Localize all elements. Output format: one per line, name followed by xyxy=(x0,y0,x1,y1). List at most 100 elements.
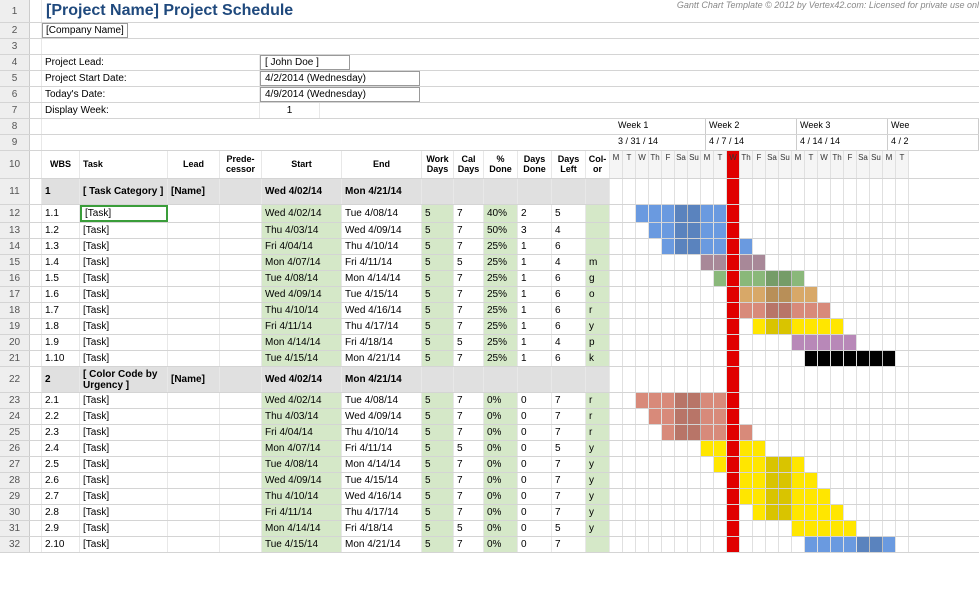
cell-wbs[interactable]: 2.7 xyxy=(42,489,80,504)
cell-workdays[interactable]: 5 xyxy=(422,351,454,366)
cell-daysdone[interactable]: 0 xyxy=(518,489,552,504)
gantt-cell[interactable] xyxy=(753,287,766,302)
cell-start[interactable]: Mon 4/14/14 xyxy=(262,521,342,536)
gantt-cell[interactable] xyxy=(896,205,909,222)
gantt-cell[interactable] xyxy=(662,205,675,222)
cell-daysdone[interactable] xyxy=(518,367,552,392)
gantt-cell[interactable] xyxy=(675,287,688,302)
cell-caldays[interactable]: 7 xyxy=(454,223,484,238)
gantt-cell[interactable] xyxy=(896,505,909,520)
cell-daysleft[interactable]: 6 xyxy=(552,351,586,366)
gantt-cell[interactable] xyxy=(649,255,662,270)
cell-end[interactable]: Thu 4/17/14 xyxy=(342,505,422,520)
gantt-cell[interactable] xyxy=(610,205,623,222)
cell-start[interactable]: Wed 4/02/14 xyxy=(262,393,342,408)
cell-pred[interactable] xyxy=(220,239,262,254)
cell-pctdone[interactable]: 0% xyxy=(484,457,518,472)
gantt-cell[interactable] xyxy=(727,457,740,472)
cell-start[interactable]: Mon 4/07/14 xyxy=(262,441,342,456)
cell-pctdone[interactable]: 25% xyxy=(484,287,518,302)
gantt-cell[interactable] xyxy=(662,521,675,536)
gantt-cell[interactable] xyxy=(779,367,792,392)
gantt-cell[interactable] xyxy=(844,393,857,408)
gantt-cell[interactable] xyxy=(753,537,766,552)
cell-caldays[interactable]: 7 xyxy=(454,239,484,254)
col-pred[interactable]: Prede-cessor xyxy=(220,151,262,178)
gantt-cell[interactable] xyxy=(779,255,792,270)
gantt-cell[interactable] xyxy=(870,393,883,408)
gantt-cell[interactable] xyxy=(714,319,727,334)
cell-start[interactable]: Fri 4/11/14 xyxy=(262,505,342,520)
company-name[interactable]: [Company Name] xyxy=(42,23,128,38)
cell-wbs[interactable]: 2.8 xyxy=(42,505,80,520)
gantt-cell[interactable] xyxy=(675,335,688,350)
cell-start[interactable]: Wed 4/09/14 xyxy=(262,473,342,488)
gantt-cell[interactable] xyxy=(662,393,675,408)
cell-end[interactable]: Thu 4/10/14 xyxy=(342,239,422,254)
gantt-cell[interactable] xyxy=(857,367,870,392)
gantt-cell[interactable] xyxy=(844,205,857,222)
gantt-cell[interactable] xyxy=(831,367,844,392)
cell-workdays[interactable] xyxy=(422,367,454,392)
gantt-cell[interactable] xyxy=(675,271,688,286)
cell-color[interactable] xyxy=(586,179,610,204)
cell-workdays[interactable]: 5 xyxy=(422,255,454,270)
gantt-cell[interactable] xyxy=(740,473,753,488)
gantt-cell[interactable] xyxy=(662,409,675,424)
cell-color[interactable]: k xyxy=(586,351,610,366)
gantt-cell[interactable] xyxy=(649,319,662,334)
gantt-cell[interactable] xyxy=(662,537,675,552)
cell-pred[interactable] xyxy=(220,409,262,424)
cell-color[interactable]: y xyxy=(586,489,610,504)
gantt-cell[interactable] xyxy=(675,239,688,254)
cell-daysdone[interactable]: 1 xyxy=(518,335,552,350)
gantt-cell[interactable] xyxy=(623,335,636,350)
gantt-cell[interactable] xyxy=(818,223,831,238)
cell-wbs[interactable]: 2.4 xyxy=(42,441,80,456)
gantt-cell[interactable] xyxy=(727,335,740,350)
cell-caldays[interactable]: 7 xyxy=(454,473,484,488)
gantt-cell[interactable] xyxy=(623,505,636,520)
cell-workdays[interactable]: 5 xyxy=(422,425,454,440)
col-start[interactable]: Start xyxy=(262,151,342,178)
gantt-cell[interactable] xyxy=(883,303,896,318)
gantt-cell[interactable] xyxy=(623,489,636,504)
cell-start[interactable]: Wed 4/02/14 xyxy=(262,205,342,222)
gantt-cell[interactable] xyxy=(714,179,727,204)
start-value[interactable]: 4/2/2014 (Wednesday) xyxy=(260,71,420,86)
gantt-cell[interactable] xyxy=(844,425,857,440)
today-value[interactable]: 4/9/2014 (Wednesday) xyxy=(260,87,420,102)
gantt-cell[interactable] xyxy=(831,239,844,254)
lead-value[interactable]: [ John Doe ] xyxy=(260,55,350,70)
gantt-cell[interactable] xyxy=(883,335,896,350)
gantt-cell[interactable] xyxy=(649,409,662,424)
gantt-cell[interactable] xyxy=(714,409,727,424)
gantt-cell[interactable] xyxy=(753,205,766,222)
gantt-cell[interactable] xyxy=(701,409,714,424)
gantt-cell[interactable] xyxy=(610,303,623,318)
cell-daysleft[interactable]: 7 xyxy=(552,393,586,408)
cell-pred[interactable] xyxy=(220,367,262,392)
gantt-cell[interactable] xyxy=(623,521,636,536)
gantt-cell[interactable] xyxy=(831,271,844,286)
cell-pred[interactable] xyxy=(220,351,262,366)
cell-workdays[interactable]: 5 xyxy=(422,521,454,536)
cell-daysleft[interactable]: 7 xyxy=(552,409,586,424)
gantt-cell[interactable] xyxy=(688,537,701,552)
gantt-cell[interactable] xyxy=(883,441,896,456)
gantt-cell[interactable] xyxy=(610,335,623,350)
cell-workdays[interactable]: 5 xyxy=(422,441,454,456)
cell-wbs[interactable]: 1.1 xyxy=(42,205,80,222)
gantt-cell[interactable] xyxy=(649,425,662,440)
cell-wbs[interactable]: 1.4 xyxy=(42,255,80,270)
cell-daysdone[interactable]: 0 xyxy=(518,441,552,456)
gantt-cell[interactable] xyxy=(883,239,896,254)
gantt-cell[interactable] xyxy=(714,505,727,520)
gantt-cell[interactable] xyxy=(831,179,844,204)
cell-color[interactable]: r xyxy=(586,393,610,408)
gantt-cell[interactable] xyxy=(701,335,714,350)
cell-start[interactable]: Thu 4/03/14 xyxy=(262,409,342,424)
gantt-cell[interactable] xyxy=(818,255,831,270)
gantt-cell[interactable] xyxy=(896,303,909,318)
cell-start[interactable]: Thu 4/03/14 xyxy=(262,223,342,238)
